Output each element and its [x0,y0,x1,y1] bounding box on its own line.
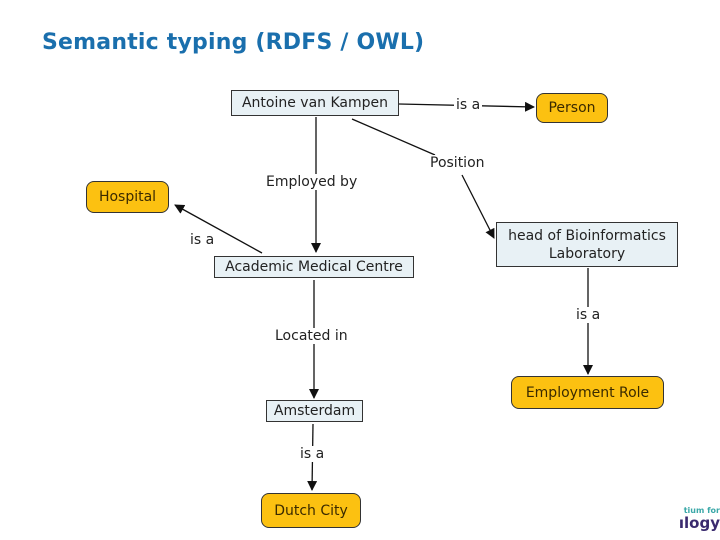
label-amsterdam-city-is-a: is a [298,446,327,462]
label-amc-hospital-is-a: is a [188,232,217,248]
label-position: Position [428,155,487,171]
node-employment-role: Employment Role [511,376,664,409]
node-hospital: Hospital [86,181,169,213]
node-dutch-city: Dutch City [261,493,361,528]
node-head-line1: head of Bioinformatics [508,227,666,244]
label-employed-by: Employed by [264,174,360,190]
label-head-role-is-a: is a [574,307,603,323]
link-position-head [461,174,495,239]
link-antoine-position [351,118,436,156]
label-antoine-person-is-a: is a [454,97,483,113]
node-person: Person [536,93,608,123]
node-head-line2: Laboratory [548,245,626,262]
node-head-of-bioinformatics: head of Bioinformatics Laboratory [496,222,678,267]
node-antoine-van-kampen: Antoine van Kampen [231,90,399,116]
logo-line2: ılogy [678,514,720,532]
consortium-logo: tium for ılogy [679,506,720,532]
node-academic-medical-centre: Academic Medical Centre [214,256,414,278]
node-amsterdam: Amsterdam [266,400,363,422]
label-located-in: Located in [273,328,350,344]
